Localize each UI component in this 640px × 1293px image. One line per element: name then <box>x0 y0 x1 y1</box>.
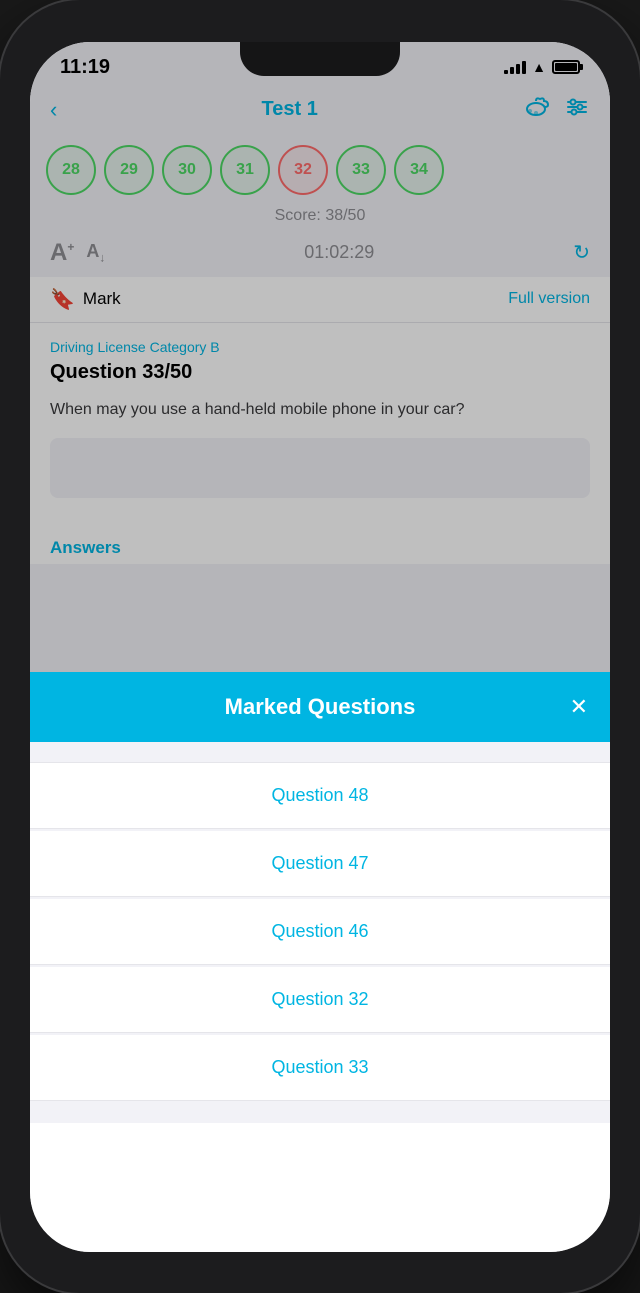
list-item-q48[interactable]: Question 48 <box>30 762 610 829</box>
modal-title: Marked Questions <box>225 694 416 720</box>
list-item-q32[interactable]: Question 32 <box>30 967 610 1033</box>
phone-screen: 11:19 ▲ ‹ Test 1 <box>30 42 610 1252</box>
modal-close-button[interactable]: ✕ <box>570 694 588 720</box>
modal-list: Question 48 Question 47 Question 46 Ques… <box>30 742 610 1123</box>
phone-shell: 11:19 ▲ ‹ Test 1 <box>0 0 640 1293</box>
list-item-q47[interactable]: Question 47 <box>30 831 610 897</box>
modal-panel: Marked Questions ✕ Question 48 Question … <box>30 672 610 1252</box>
list-item-q33[interactable]: Question 33 <box>30 1035 610 1101</box>
modal-header: Marked Questions ✕ <box>30 672 610 742</box>
list-item-q46[interactable]: Question 46 <box>30 899 610 965</box>
modal-overlay: Marked Questions ✕ Question 48 Question … <box>30 42 610 1252</box>
